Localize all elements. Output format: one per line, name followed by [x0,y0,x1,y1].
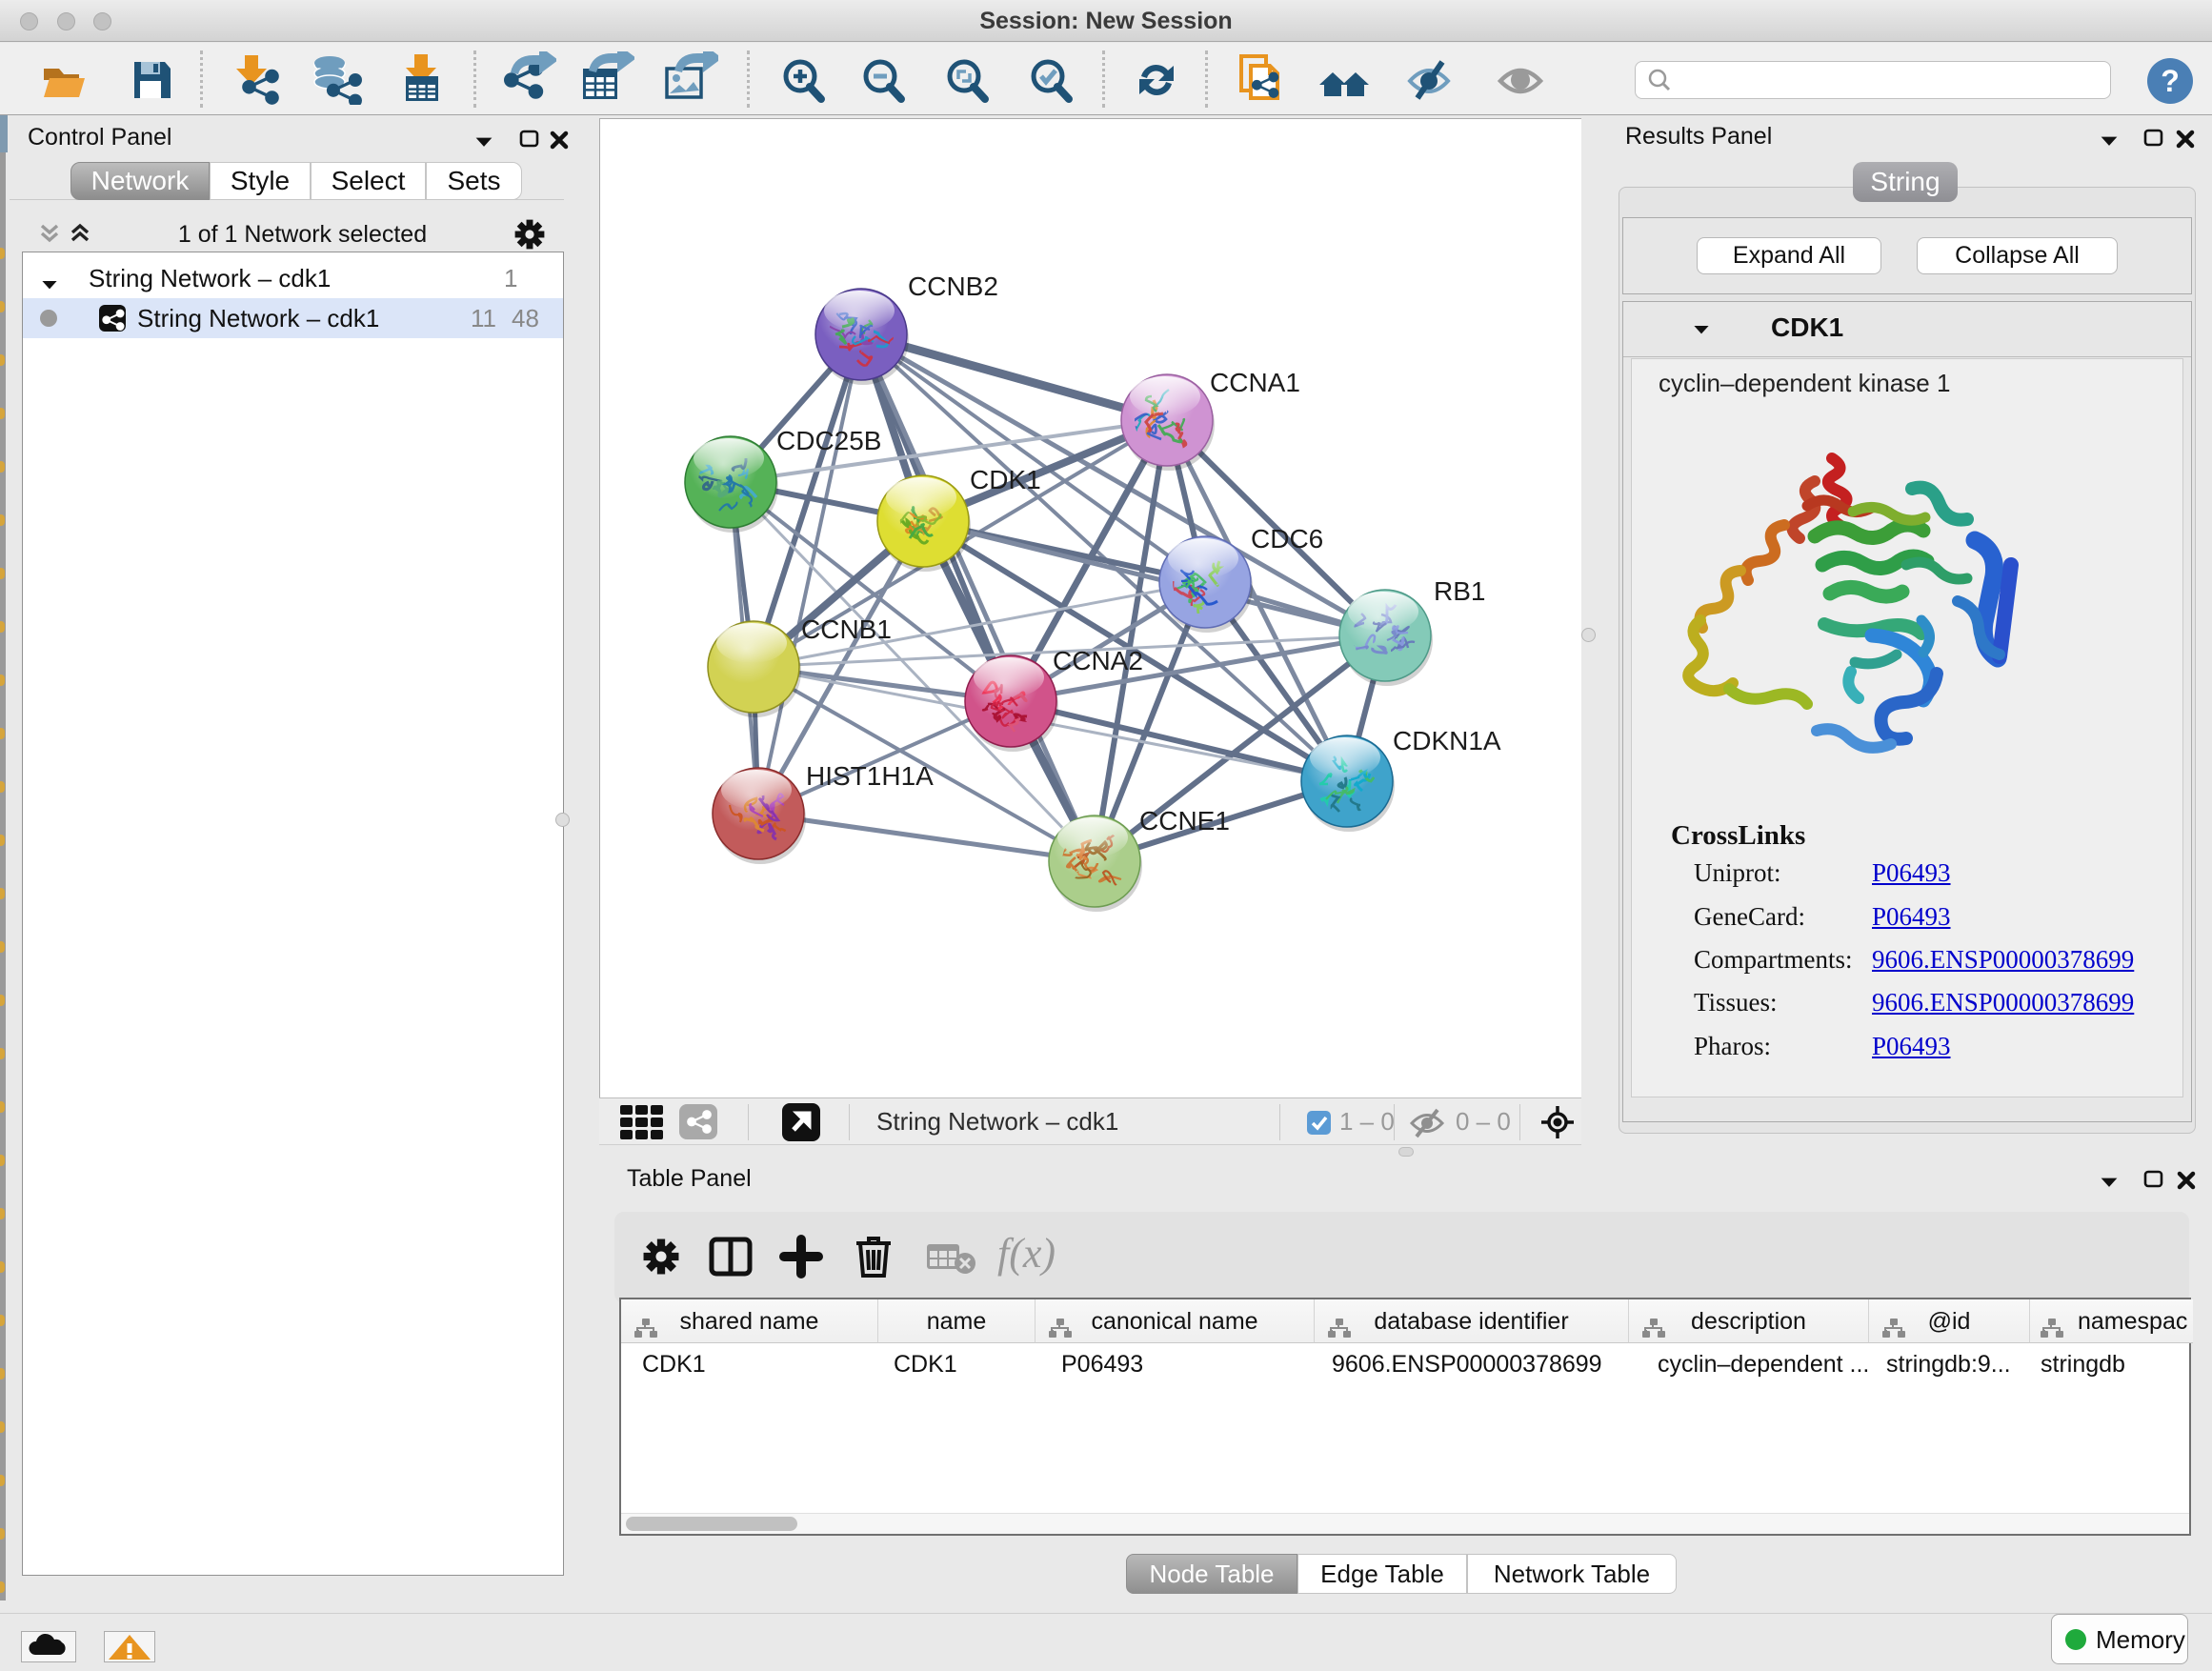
svg-text:RB1: RB1 [1434,576,1485,606]
svg-text:CDC25B: CDC25B [776,426,881,455]
svg-text:HIST1H1A: HIST1H1A [806,761,934,791]
svg-text:CDC6: CDC6 [1251,524,1323,554]
svg-text:CCNB1: CCNB1 [801,614,892,644]
svg-text:CDKN1A: CDKN1A [1393,726,1501,755]
svg-text:CCNA1: CCNA1 [1210,368,1300,397]
svg-text:CCNA2: CCNA2 [1053,646,1143,675]
svg-text:CCNB2: CCNB2 [908,272,998,301]
svg-text:CCNE1: CCNE1 [1139,806,1230,836]
svg-text:CDK1: CDK1 [970,465,1041,494]
